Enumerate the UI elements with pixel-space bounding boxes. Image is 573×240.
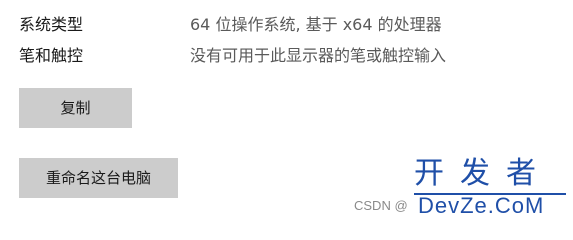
- system-type-label: 系统类型: [19, 15, 84, 34]
- clipped-text-fragment: [19, 0, 33, 2]
- copy-button[interactable]: 复制: [19, 88, 132, 128]
- about-pc-panel: 系统类型 64 位操作系统, 基于 x64 的处理器 笔和触控 没有可用于此显示…: [0, 0, 573, 226]
- logo-chinese-text: 开发者: [414, 156, 552, 191]
- pen-touch-value: 没有可用于此显示器的笔或触控输入: [190, 46, 447, 65]
- pen-touch-label: 笔和触控: [19, 46, 84, 65]
- system-type-value: 64 位操作系统, 基于 x64 的处理器: [190, 15, 442, 34]
- devze-logo: 开发者 DevZe.CoM: [412, 156, 570, 220]
- logo-english-text: DevZe.CoM: [418, 193, 545, 218]
- rename-pc-button[interactable]: 重命名这台电脑: [19, 158, 178, 198]
- csdn-watermark: CSDN @: [354, 198, 408, 213]
